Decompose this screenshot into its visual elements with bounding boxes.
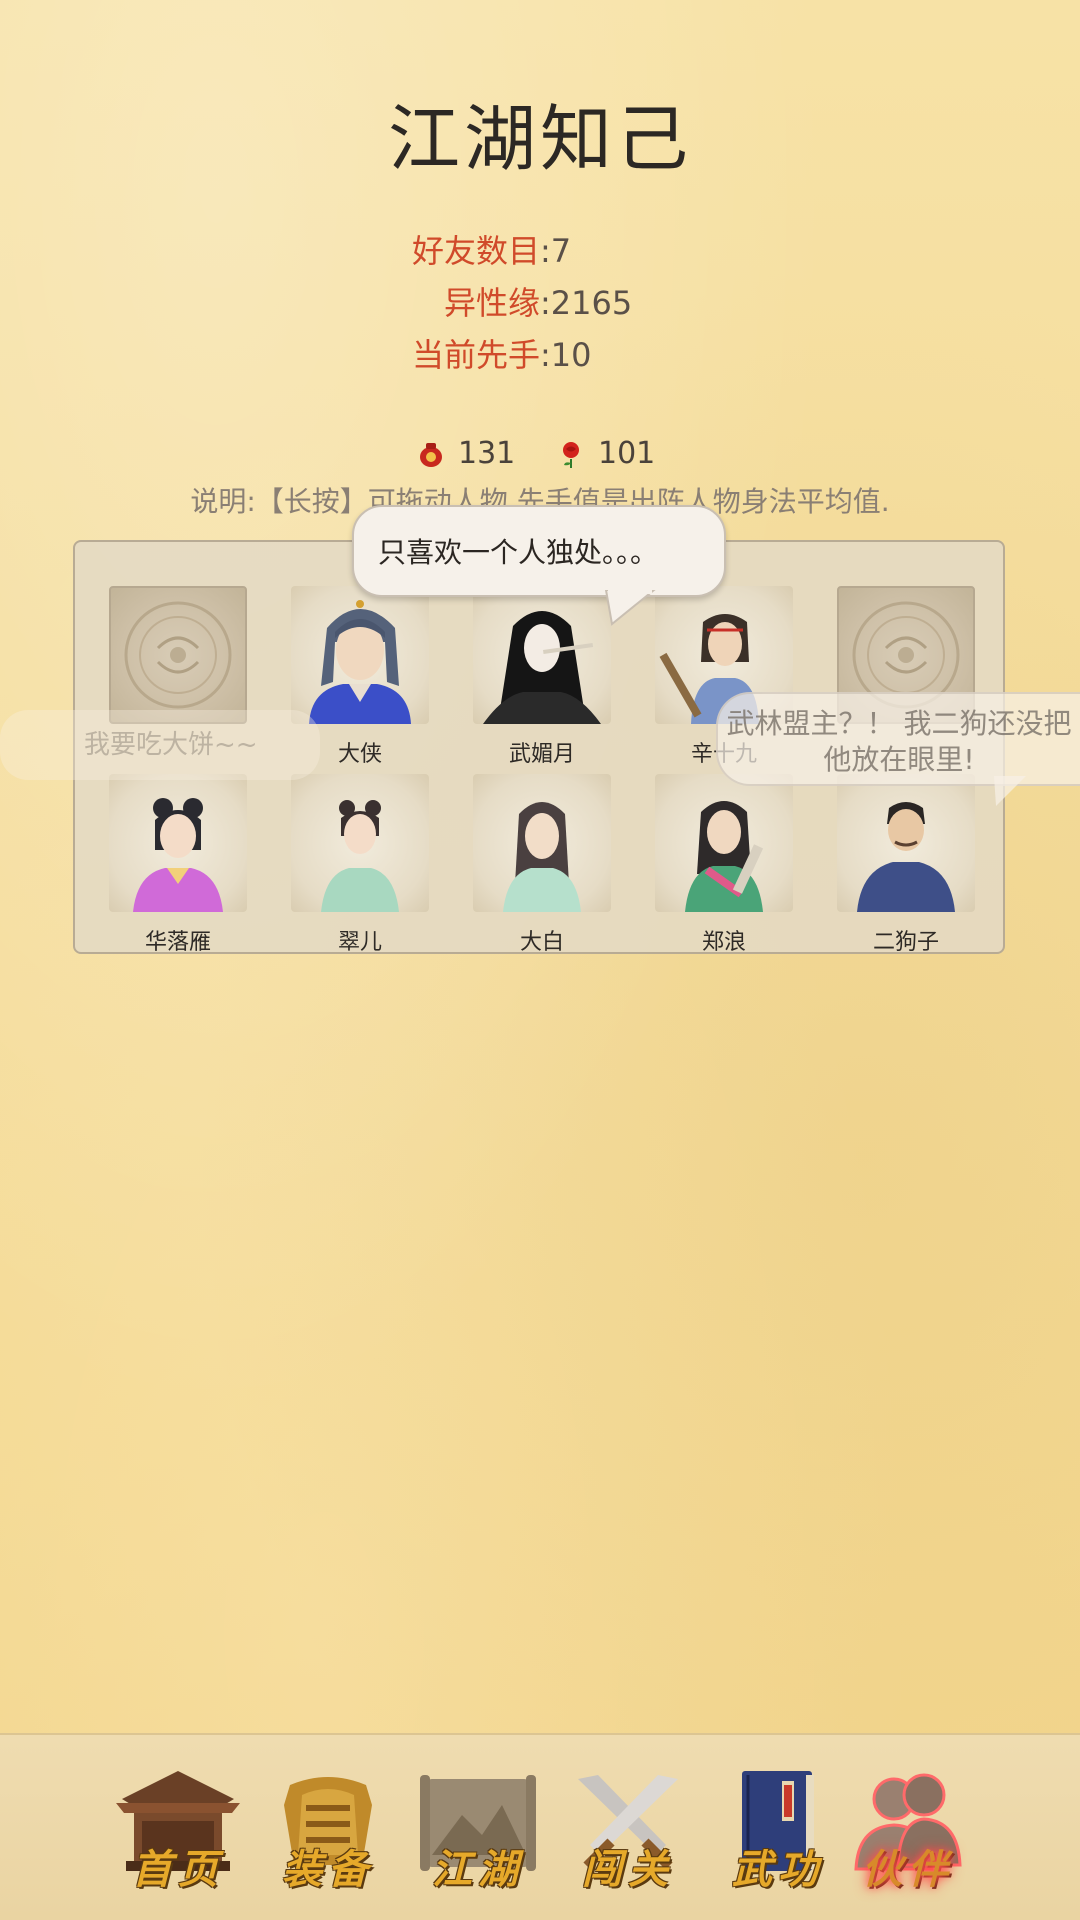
empty-slot-emblem: [109, 586, 247, 724]
stat-label: 异性缘: [443, 284, 540, 322]
currency-bar: 131 101: [0, 430, 1080, 480]
slot-name: 华落雁: [144, 930, 211, 955]
stat-label: 当前先手: [411, 336, 540, 374]
nav-label: 装备: [282, 1846, 374, 1893]
stat-initiative: 当前先手 :10: [0, 329, 1080, 381]
speech-bubble-faded-right: 武林盟主？！ 我二狗还没把 他放在眼里!: [716, 692, 1080, 786]
party-member-dabai[interactable]: 大白: [471, 774, 613, 955]
nav-label: 伙伴: [862, 1846, 954, 1893]
portrait-hualuoyan: [109, 774, 247, 912]
slot-name: 郑浪: [701, 930, 746, 955]
speech-bubble-tail-faded: [994, 776, 1026, 806]
nav-partners[interactable]: 伙伴: [842, 1765, 974, 1905]
speech-bubble-tail: [604, 590, 656, 626]
wine-currency: 131: [416, 436, 515, 471]
slot-name: 二狗子: [872, 930, 939, 955]
stat-value: :10: [540, 336, 592, 374]
speech-bubble: 只喜欢一个人独处。。。: [352, 505, 726, 597]
speech-line: 他放在眼里!: [823, 743, 975, 776]
rose-count: 101: [598, 436, 656, 471]
party-member-cuier[interactable]: 翠儿: [289, 774, 431, 955]
slot-name: 翠儿: [337, 930, 382, 955]
nav-challenge[interactable]: 闯关: [562, 1765, 694, 1905]
party-member-ergouzi[interactable]: 二狗子: [835, 774, 977, 955]
party-member-wumeiyue[interactable]: 武媚月: [471, 586, 613, 767]
nav-martial-arts[interactable]: 武功: [712, 1765, 844, 1905]
portrait-zhenglang: [655, 774, 793, 912]
stat-romance: 异性缘 :2165: [0, 277, 1080, 329]
wine-count: 131: [458, 436, 516, 471]
stats-panel: 好友数目 :7 异性缘 :2165 当前先手 :10: [0, 225, 1080, 381]
slot-name: 武媚月: [508, 742, 575, 767]
speech-bubble-faded-left: 我要吃大饼~~: [0, 710, 320, 780]
stat-value: :2165: [540, 284, 633, 322]
nav-home[interactable]: 首页: [112, 1765, 244, 1905]
party-member-zhenglang[interactable]: 郑浪: [653, 774, 795, 955]
portrait-daxia: [291, 586, 429, 724]
rose-icon: [563, 441, 579, 468]
stat-friend-count: 好友数目 :7: [0, 225, 1080, 277]
speech-line: 武林盟主？！ 我二狗还没把: [726, 707, 1072, 740]
page-title: 江湖知己: [387, 97, 692, 181]
nav-label: 首页: [132, 1846, 224, 1893]
emblem-icon: [124, 601, 232, 709]
nav-label: 闯关: [582, 1846, 674, 1893]
portrait-dabai: [473, 774, 611, 912]
nav-equipment[interactable]: 装备: [262, 1765, 394, 1905]
portrait-ergouzi: [837, 774, 975, 912]
portrait-cuier: [291, 774, 429, 912]
nav-label: 江湖: [432, 1846, 524, 1893]
rose-currency: 101: [556, 436, 655, 471]
stat-value: :7: [540, 232, 572, 270]
nav-label: 武功: [732, 1846, 824, 1893]
nav-jianghu[interactable]: 江湖: [412, 1765, 544, 1905]
party-member-hualuoyan[interactable]: 华落雁: [107, 774, 249, 955]
stat-label: 好友数目: [411, 232, 540, 270]
wine-jar-icon: [420, 442, 442, 467]
bottom-nav: 首页 装备 江湖 闯关 武功 伙伴: [0, 1733, 1080, 1920]
portrait-wumeiyue: [473, 586, 611, 724]
slot-name: 大白: [519, 930, 564, 955]
